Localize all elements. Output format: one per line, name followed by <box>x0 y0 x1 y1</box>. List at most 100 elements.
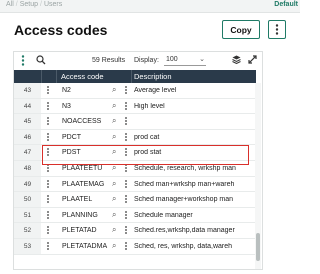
row-menu-icon[interactable] <box>46 101 50 111</box>
top-bar: All / Setup / Users Default <box>0 0 300 13</box>
access-code-cell[interactable]: N2 <box>62 87 114 94</box>
row-number: 53 <box>14 238 41 254</box>
cell-menu-icon[interactable] <box>124 226 128 235</box>
more-options-button[interactable] <box>268 20 286 39</box>
display-select[interactable]: 100 ⌄ <box>164 56 206 66</box>
row-menu-icon[interactable] <box>46 241 50 251</box>
cell-menu-icon[interactable] <box>124 86 128 95</box>
description-cell[interactable]: prod stat <box>134 149 256 156</box>
row-number: 47 <box>14 145 41 160</box>
row-number: 50 <box>14 192 41 207</box>
access-code-cell[interactable]: PLAATEL <box>62 196 114 203</box>
lookup-icon[interactable]: ⌕ <box>112 85 116 95</box>
breadcrumb-users[interactable]: Users <box>44 1 62 8</box>
kebab-menu-icon <box>275 24 279 35</box>
lookup-icon[interactable]: ⌕ <box>112 194 116 204</box>
access-code-cell[interactable]: PDCT <box>62 134 114 141</box>
access-code-cell[interactable]: PLAATEETU <box>62 165 114 172</box>
lookup-icon[interactable]: ⌕ <box>112 241 116 251</box>
cell-menu-icon[interactable] <box>124 148 128 157</box>
description-cell[interactable]: Sched manager+workshop man <box>134 196 256 203</box>
cell-menu-icon[interactable] <box>124 210 128 220</box>
lookup-icon[interactable]: ⌕ <box>112 210 116 220</box>
description-cell[interactable]: Schedule, research, wrkshp man <box>134 165 256 172</box>
access-code-cell[interactable]: PLANNING <box>62 212 114 219</box>
row-menu-icon[interactable] <box>46 210 50 220</box>
lookup-icon[interactable]: ⌕ <box>112 116 116 126</box>
access-codes-panel: 59 Results Display: 100 ⌄ Access code De… <box>13 51 263 270</box>
access-code-cell[interactable]: PLETATADMA <box>62 243 114 250</box>
access-code-cell[interactable]: PDST <box>62 149 114 156</box>
row-menu-icon[interactable] <box>46 163 50 173</box>
table-row[interactable]: 49 PLAATEMAG ⌕ Sched man+wrkshp man+wareh <box>14 176 256 193</box>
row-number: 45 <box>14 114 41 129</box>
lookup-icon[interactable]: ⌕ <box>112 101 116 111</box>
lookup-icon[interactable]: ⌕ <box>112 225 116 235</box>
lookup-icon[interactable]: ⌕ <box>112 163 116 173</box>
copy-button[interactable]: Copy <box>222 20 260 39</box>
description-cell[interactable]: Average level <box>134 87 256 94</box>
cell-menu-icon[interactable] <box>124 132 128 142</box>
grid-toolbar: 59 Results Display: 100 ⌄ <box>14 52 262 70</box>
table-header: Access code Description <box>14 70 256 83</box>
row-menu-icon[interactable] <box>46 226 50 235</box>
expand-icon[interactable] <box>248 55 257 64</box>
access-code-cell[interactable]: PLETATAD <box>62 227 114 234</box>
row-number: 49 <box>14 176 41 192</box>
default-label[interactable]: Default <box>274 1 298 8</box>
cell-menu-icon[interactable] <box>124 241 128 251</box>
description-cell[interactable]: Sched.res,wrkshp,data manager <box>134 227 256 234</box>
table-body: 43 N2 ⌕ Average level 44 N3 ⌕ High level 45 NOA… <box>14 83 256 255</box>
chevron-down-icon: ⌄ <box>199 56 205 63</box>
access-code-cell[interactable]: PLAATEMAG <box>62 181 114 188</box>
breadcrumb: All / Setup / Users <box>6 1 63 8</box>
description-cell[interactable]: High level <box>134 103 256 110</box>
table-row[interactable]: 43 N2 ⌕ Average level <box>14 83 256 99</box>
column-header-access-code[interactable]: Access code <box>61 72 104 81</box>
search-icon[interactable] <box>36 55 46 65</box>
table-row[interactable]: 45 NOACCESS ⌕ <box>14 114 256 130</box>
layers-icon[interactable] <box>232 55 241 64</box>
table-row[interactable]: 52 PLETATAD ⌕ Sched.res,wrkshp,data manager <box>14 223 256 239</box>
table-row[interactable]: 51 PLANNING ⌕ Schedule manager <box>14 207 256 224</box>
lookup-icon[interactable]: ⌕ <box>112 179 116 189</box>
cell-menu-icon[interactable] <box>124 117 128 126</box>
cell-menu-icon[interactable] <box>124 195 128 204</box>
lookup-icon[interactable]: ⌕ <box>112 132 116 142</box>
vertical-scrollbar[interactable] <box>255 83 261 269</box>
row-menu-icon[interactable] <box>46 195 50 204</box>
lookup-icon[interactable]: ⌕ <box>112 147 116 157</box>
column-kebab-icon[interactable] <box>20 55 26 66</box>
row-menu-icon[interactable] <box>46 117 50 126</box>
cell-menu-icon[interactable] <box>124 163 128 173</box>
cell-menu-icon[interactable] <box>124 101 128 111</box>
breadcrumb-setup[interactable]: Setup <box>20 1 38 8</box>
display-label: Display: <box>134 57 159 64</box>
table-row[interactable]: 44 N3 ⌕ High level <box>14 98 256 115</box>
table-row[interactable]: 50 PLAATEL ⌕ Sched manager+workshop man <box>14 192 256 208</box>
cell-menu-icon[interactable] <box>124 179 128 189</box>
row-number: 43 <box>14 83 41 98</box>
row-number: 51 <box>14 207 41 223</box>
table-row[interactable]: 48 PLAATEETU ⌕ Schedule, research, wrkshp m… <box>14 160 256 177</box>
access-code-cell[interactable]: NOACCESS <box>62 118 114 125</box>
description-cell[interactable]: Sched man+wrkshp man+wareh <box>134 181 256 188</box>
column-header-description[interactable]: Description <box>134 72 172 81</box>
row-menu-icon[interactable] <box>46 179 50 189</box>
table-row[interactable]: 47 PDST ⌕ prod stat <box>14 145 256 161</box>
results-count: 59 Results <box>92 57 126 64</box>
access-code-cell[interactable]: N3 <box>62 103 114 110</box>
description-cell[interactable]: prod cat <box>134 134 256 141</box>
page-title: Access codes <box>14 22 108 38</box>
description-cell[interactable]: Sched, res, wrkshp, data,wareh <box>134 243 256 250</box>
table-row[interactable]: 53 PLETATADMA ⌕ Sched, res, wrkshp, data,wa… <box>14 238 256 255</box>
breadcrumb-all[interactable]: All <box>6 1 14 8</box>
row-menu-icon[interactable] <box>46 148 50 157</box>
scrollbar-thumb[interactable] <box>256 233 260 261</box>
row-number: 44 <box>14 98 41 114</box>
row-number: 48 <box>14 160 41 176</box>
row-menu-icon[interactable] <box>46 132 50 142</box>
table-row[interactable]: 46 PDCT ⌕ prod cat <box>14 129 256 146</box>
row-menu-icon[interactable] <box>46 86 50 95</box>
description-cell[interactable]: Schedule manager <box>134 212 256 219</box>
